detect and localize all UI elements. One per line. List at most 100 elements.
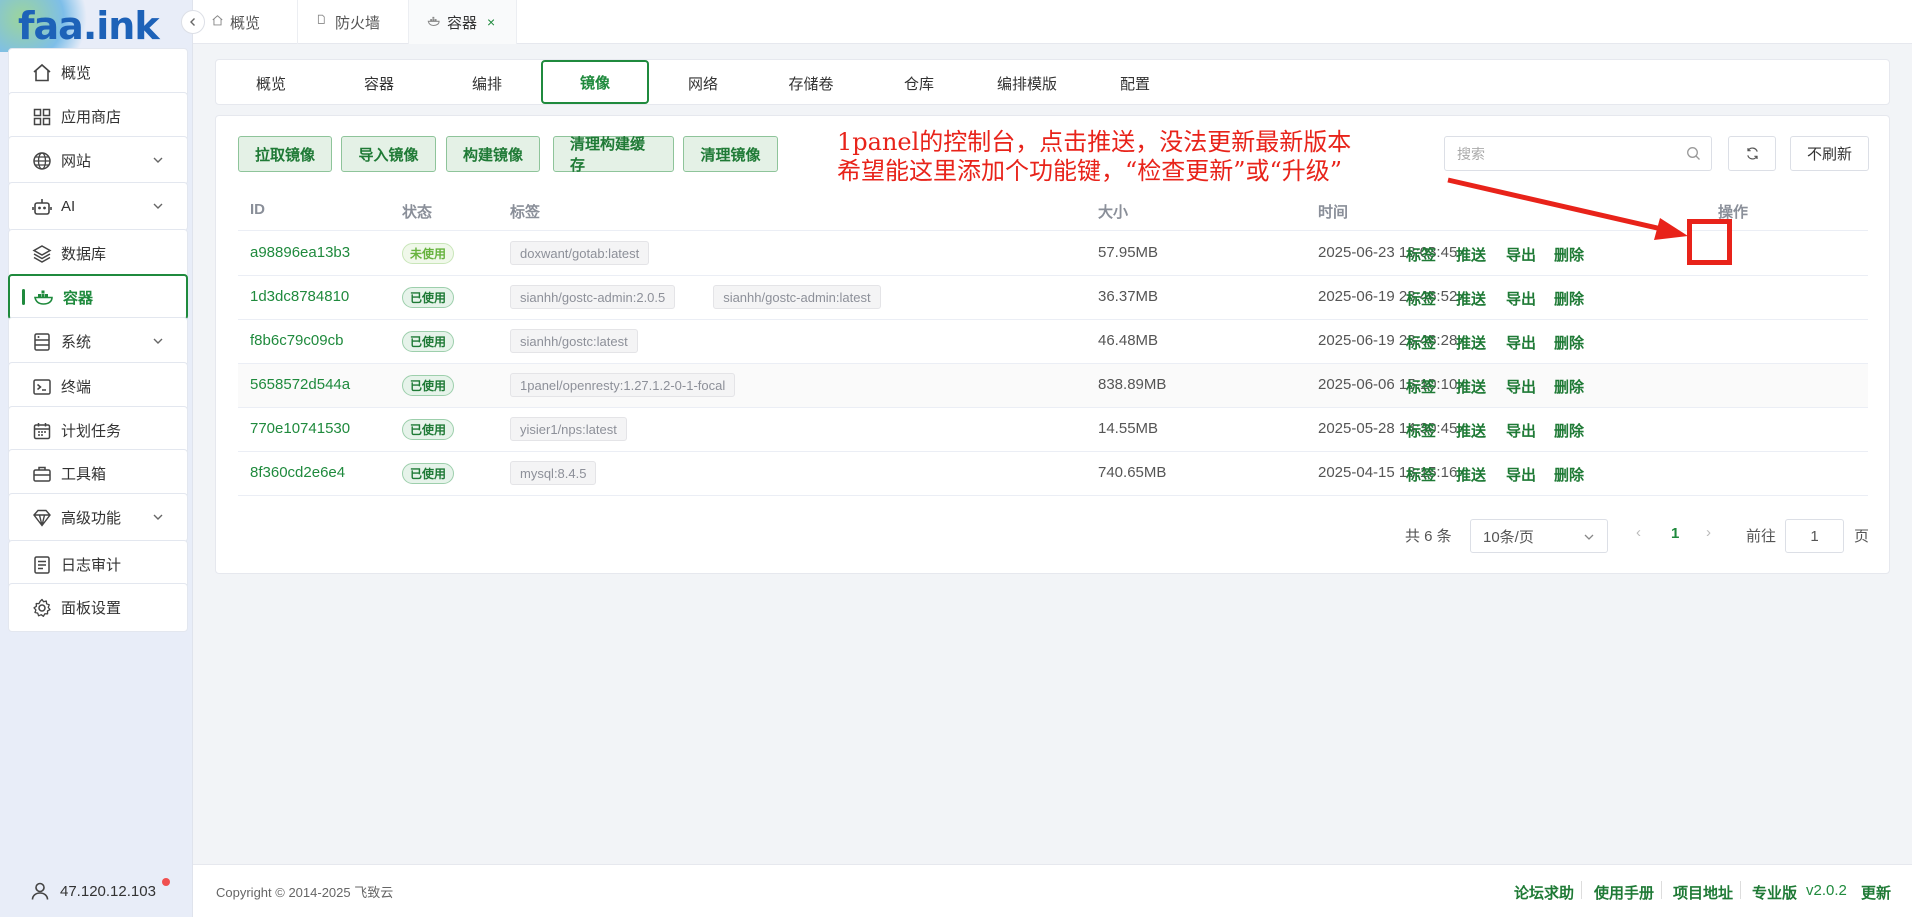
server-ip[interactable]: 47.120.12.103: [0, 865, 193, 917]
forum-link[interactable]: 论坛求助: [1514, 882, 1574, 903]
logo-text: faa.ink: [18, 4, 160, 48]
push-action-button[interactable]: 推送: [1456, 420, 1486, 441]
subtab-6[interactable]: 仓库: [869, 60, 969, 106]
toolbar-button-1[interactable]: 导入镜像: [341, 136, 436, 172]
sidebar-item-9[interactable]: 工具箱: [8, 449, 188, 498]
subtab-3[interactable]: 镜像: [541, 60, 649, 104]
container-subnav: 概览 容器 编排 镜像 网络 存储卷 仓库 编排模版 配置: [215, 59, 1890, 105]
collapse-sidebar-button[interactable]: [181, 10, 205, 34]
delete-action-button[interactable]: 删除: [1554, 464, 1584, 485]
subtab-7[interactable]: 编排模版: [977, 60, 1077, 106]
project-link[interactable]: 项目地址: [1673, 882, 1733, 903]
table-header: ID 状态 标签 大小 时间 操作: [238, 189, 1868, 231]
sidebar-item-6[interactable]: 系统: [8, 317, 188, 366]
export-action-button[interactable]: 导出: [1506, 332, 1536, 353]
tag-action-button[interactable]: 标签: [1406, 288, 1436, 309]
image-id[interactable]: 1d3dc8784810: [250, 288, 349, 305]
toolbar-button-2[interactable]: 构建镜像: [446, 136, 540, 172]
search-input[interactable]: 搜索: [1444, 136, 1712, 171]
sidebar-item-label: 应用商店: [61, 109, 122, 126]
tag-action-button[interactable]: 标签: [1406, 332, 1436, 353]
sidebar-item-0[interactable]: 概览: [8, 48, 188, 97]
page-size-select[interactable]: 10条/页: [1470, 519, 1608, 553]
top-tab-0[interactable]: 概览: [193, 0, 298, 44]
export-action-button[interactable]: 导出: [1506, 288, 1536, 309]
push-action-button[interactable]: 推送: [1456, 288, 1486, 309]
delete-action-button[interactable]: 删除: [1554, 288, 1584, 309]
prev-page-button[interactable]: ‹: [1636, 524, 1641, 541]
tag-action-button[interactable]: 标签: [1406, 376, 1436, 397]
toolbar-button-3[interactable]: 清理构建缓存: [553, 136, 674, 174]
delete-action-button[interactable]: 删除: [1554, 244, 1584, 265]
tag-action-button[interactable]: 标签: [1406, 420, 1436, 441]
sidebar-item-10[interactable]: 高级功能: [8, 493, 188, 542]
next-page-button[interactable]: ›: [1706, 524, 1711, 541]
refresh-button[interactable]: [1728, 136, 1776, 171]
status-badge: 未使用: [402, 243, 455, 264]
status-badge: 已使用: [402, 287, 455, 308]
image-size: 838.89MB: [1098, 376, 1167, 393]
subtab-1[interactable]: 容器: [329, 60, 429, 106]
page-number-1[interactable]: 1: [1671, 525, 1679, 542]
update-link[interactable]: 更新: [1861, 882, 1891, 903]
subtab-5[interactable]: 存储卷: [761, 60, 861, 106]
table-row: 1d3dc8784810 已使用 sianhh/gostc-admin:2.0.5 s…: [238, 276, 1868, 320]
tag-action-button[interactable]: 标签: [1406, 464, 1436, 485]
sidebar-item-11[interactable]: 日志审计: [8, 540, 188, 589]
active-indicator: [22, 289, 25, 305]
image-tag: mysql:8.4.5: [510, 461, 597, 485]
tab-label: 概览: [230, 14, 261, 32]
subtab-0[interactable]: 概览: [221, 60, 321, 106]
export-action-button[interactable]: 导出: [1506, 376, 1536, 397]
sidebar-item-8[interactable]: 计划任务: [8, 406, 188, 455]
toolbox-icon: [31, 463, 53, 485]
top-tab-1[interactable]: 防火墙: [298, 0, 409, 44]
push-action-button[interactable]: 推送: [1456, 464, 1486, 485]
manual-link[interactable]: 使用手册: [1594, 882, 1654, 903]
subtab-8[interactable]: 配置: [1085, 60, 1185, 106]
push-action-button[interactable]: 推送: [1456, 244, 1486, 265]
toolbar-button-0[interactable]: 拉取镜像: [238, 136, 332, 172]
subtab-4[interactable]: 网络: [653, 60, 753, 106]
logo: faa.ink: [0, 0, 193, 52]
image-tag: sianhh/gostc:latest: [510, 329, 638, 353]
top-tab-2[interactable]: 容器 ×: [409, 0, 517, 44]
export-action-button[interactable]: 导出: [1506, 464, 1536, 485]
subtab-2[interactable]: 编排: [437, 60, 537, 106]
image-id[interactable]: f8b6c79c09cb: [250, 332, 343, 349]
sidebar-item-2[interactable]: 网站: [8, 136, 188, 185]
export-action-button[interactable]: 导出: [1506, 420, 1536, 441]
sidebar-item-label: 概览: [61, 65, 92, 82]
status-badge: 已使用: [402, 375, 455, 396]
search-icon: [1686, 146, 1701, 164]
push-action-button[interactable]: 推送: [1456, 376, 1486, 397]
sidebar-item-3[interactable]: AI: [8, 182, 188, 231]
image-time: 2025-06-06 15:10:10: [1318, 376, 1458, 393]
delete-action-button[interactable]: 删除: [1554, 420, 1584, 441]
delete-action-button[interactable]: 删除: [1554, 376, 1584, 397]
pro-edition-link[interactable]: 专业版: [1752, 882, 1797, 903]
sidebar-item-4[interactable]: 数据库: [8, 229, 188, 278]
image-id[interactable]: 5658572d544a: [250, 376, 350, 393]
table-row: a98896ea13b3 未使用 doxwant/gotab:latest 57.95…: [238, 232, 1868, 276]
delete-action-button[interactable]: 删除: [1554, 332, 1584, 353]
image-time: 2025-05-28 14:30:45: [1318, 420, 1458, 437]
sidebar-item-5[interactable]: 容器: [8, 274, 188, 320]
goto-page-input[interactable]: 1: [1785, 519, 1844, 553]
export-action-button[interactable]: 导出: [1506, 244, 1536, 265]
image-id[interactable]: 770e10741530: [250, 420, 350, 437]
sidebar-item-1[interactable]: 应用商店: [8, 92, 188, 141]
image-tag: doxwant/gotab:latest: [510, 241, 650, 265]
docker-icon: [33, 286, 55, 308]
close-icon[interactable]: ×: [487, 14, 495, 30]
toolbar-button-4[interactable]: 清理镜像: [683, 136, 778, 172]
no-refresh-button[interactable]: 不刷新: [1790, 136, 1869, 171]
tag-action-button[interactable]: 标签: [1406, 244, 1436, 265]
header-status: 状态: [402, 204, 433, 221]
image-id[interactable]: 8f360cd2e6e4: [250, 464, 345, 481]
sidebar-item-7[interactable]: 终端: [8, 362, 188, 411]
image-id[interactable]: a98896ea13b3: [250, 244, 350, 261]
calendar-icon: [31, 420, 53, 442]
push-action-button[interactable]: 推送: [1456, 332, 1486, 353]
sidebar-item-12[interactable]: 面板设置: [8, 583, 188, 632]
